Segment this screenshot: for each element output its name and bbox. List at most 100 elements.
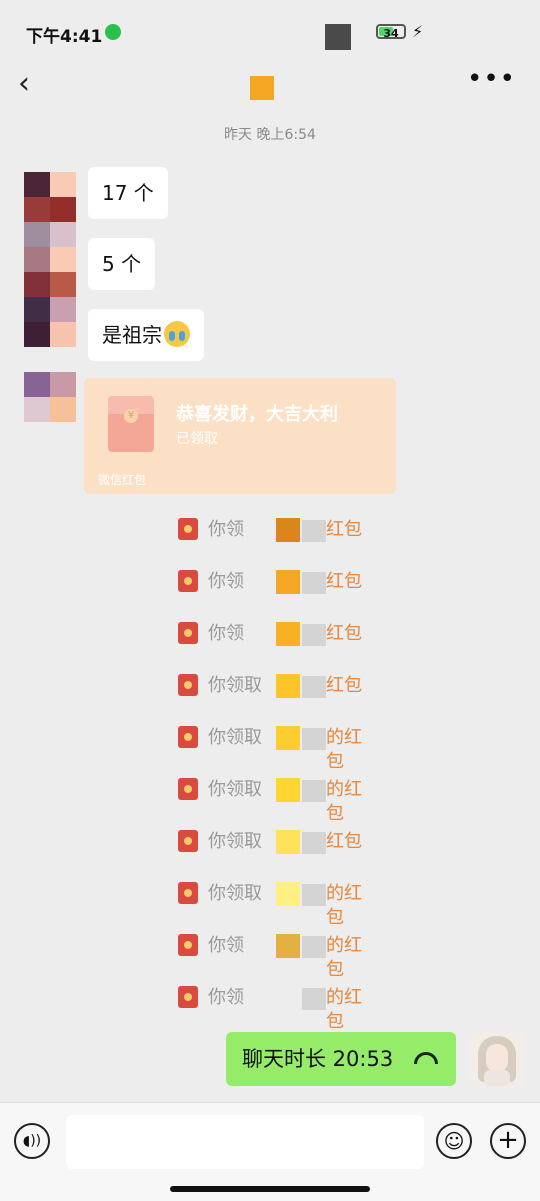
- message-bubble[interactable]: 17 个: [88, 167, 168, 219]
- more-icon[interactable]: •••: [467, 64, 516, 94]
- red-packet-icon: [178, 518, 198, 540]
- notice-prefix: 你领: [208, 935, 244, 956]
- redacted-blur: [302, 572, 326, 594]
- contact-avatar[interactable]: [24, 172, 76, 424]
- red-packet-footer: 微信红包: [98, 473, 147, 487]
- avatar-tile: [24, 297, 50, 322]
- notice-link[interactable]: 红包: [326, 518, 362, 542]
- notice-link[interactable]: 红包: [326, 674, 362, 698]
- redacted-name: [276, 934, 300, 958]
- chevron-left-icon[interactable]: ‹: [18, 66, 30, 101]
- chat-header: ‹ •••: [0, 60, 540, 108]
- notice-prefix: 你领取: [208, 727, 262, 748]
- notice-prefix: 你领取: [208, 675, 262, 696]
- red-packet-icon: [178, 726, 198, 748]
- redacted-name: [276, 778, 300, 802]
- phone-hangup-icon: [414, 1052, 438, 1064]
- redacted-blur: [302, 936, 326, 958]
- avatar-tile: [24, 347, 50, 372]
- redacted-blur: [302, 780, 326, 802]
- system-notice: 你领 红包: [178, 570, 378, 594]
- notice-prefix: 你领: [208, 519, 244, 540]
- avatar-tile: [24, 272, 50, 297]
- redacted-name: [276, 986, 300, 1010]
- redacted-blur: [302, 884, 326, 906]
- red-packet-icon: [178, 986, 198, 1008]
- avatar-tile: [50, 197, 76, 222]
- message-text: 5 个: [102, 252, 142, 276]
- red-packet-icon: [178, 934, 198, 956]
- redacted-name: [276, 518, 300, 542]
- system-notice: 你领 的红包: [178, 986, 378, 1032]
- redacted-name: [276, 830, 300, 854]
- red-packet-icon: [178, 570, 198, 592]
- notice-link[interactable]: 的红包: [326, 934, 378, 982]
- battery-icon: 34: [376, 24, 406, 40]
- message-bubble[interactable]: 是祖宗: [88, 309, 204, 361]
- system-notice: 你领取 的红包: [178, 726, 378, 772]
- home-indicator: [170, 1186, 370, 1192]
- status-time: 下午4:41: [26, 27, 103, 47]
- redacted-blur: [302, 676, 326, 698]
- redacted-name: [276, 726, 300, 750]
- notice-link[interactable]: 红包: [326, 570, 362, 594]
- avatar-tile: [24, 247, 50, 272]
- system-notice: 你领取 红包: [178, 830, 378, 854]
- redacted-name: [276, 882, 300, 906]
- red-packet-status: 已领取: [176, 431, 218, 447]
- avatar-tile: [50, 247, 76, 272]
- emoji-icon[interactable]: ☺: [436, 1123, 472, 1159]
- system-notice: 你领取 的红包: [178, 778, 378, 824]
- avatar-tile: [50, 397, 76, 422]
- voice-icon[interactable]: ◖)): [14, 1123, 50, 1159]
- message-text: 17 个: [102, 181, 154, 205]
- my-avatar[interactable]: [470, 1032, 524, 1086]
- notice-link[interactable]: 红包: [326, 622, 362, 646]
- battery-level: 34: [383, 27, 399, 40]
- avatar-tile: [24, 172, 50, 197]
- crying-emoji-icon: [164, 321, 190, 347]
- notice-link[interactable]: 的红包: [326, 882, 378, 930]
- avatar-tile: [50, 322, 76, 347]
- notice-link[interactable]: 的红包: [326, 726, 378, 774]
- call-record-bubble[interactable]: 聊天时长 20:53: [226, 1032, 456, 1086]
- avatar-tile: [50, 172, 76, 197]
- message-timestamp: 昨天 晚上6:54: [224, 127, 316, 143]
- avatar-tile: [24, 397, 50, 422]
- red-packet-coin: ¥: [124, 409, 138, 423]
- avatar-tile: [50, 272, 76, 297]
- red-packet-icon: [178, 882, 198, 904]
- notice-link[interactable]: 的红包: [326, 986, 378, 1034]
- notice-prefix: 你领: [208, 571, 244, 592]
- plus-icon[interactable]: +: [490, 1123, 526, 1159]
- redacted-name: [276, 622, 300, 646]
- red-packet-icon: [178, 778, 198, 800]
- avatar-tile: [50, 297, 76, 322]
- message-text: 是祖宗: [102, 323, 162, 347]
- system-notice: 你领 红包: [178, 622, 378, 646]
- notice-prefix: 你领: [208, 623, 244, 644]
- red-packet-card[interactable]: ¥ 恭喜发财，大吉大利 已领取 微信红包: [84, 378, 396, 494]
- message-input[interactable]: [66, 1115, 424, 1169]
- notice-link[interactable]: 红包: [326, 830, 362, 854]
- charging-icon: ⚡: [412, 22, 424, 41]
- avatar-tile: [24, 372, 50, 397]
- avatar-tile: [50, 372, 76, 397]
- notice-prefix: 你领: [208, 987, 244, 1008]
- red-packet-icon: [178, 674, 198, 696]
- system-notice: 你领取 红包: [178, 674, 378, 698]
- avatar-tile: [50, 222, 76, 247]
- system-notice: 你领取 的红包: [178, 882, 378, 928]
- notice-prefix: 你领取: [208, 883, 262, 904]
- message-bubble[interactable]: 5 个: [88, 238, 156, 290]
- avatar-tile: [50, 347, 76, 372]
- notice-prefix: 你领取: [208, 831, 262, 852]
- system-notice: 你领 的红包: [178, 934, 378, 980]
- redacted-blur: [302, 728, 326, 750]
- redacted-blur: [302, 520, 326, 542]
- notice-link[interactable]: 的红包: [326, 778, 378, 826]
- redacted-blur: [302, 624, 326, 646]
- avatar-tile: [24, 322, 50, 347]
- redacted-name: [276, 674, 300, 698]
- call-record-text: 聊天时长 20:53: [242, 1047, 394, 1071]
